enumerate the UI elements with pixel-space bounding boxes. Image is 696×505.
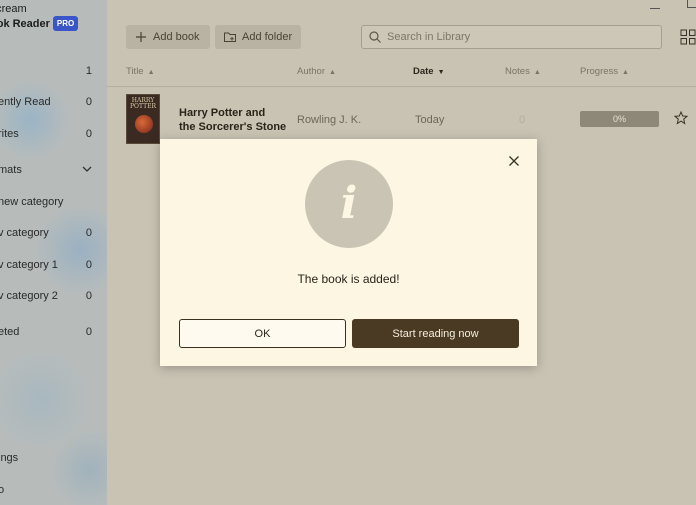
- sidebar-item-label: v category 2: [0, 290, 58, 302]
- progress-bar: 0%: [580, 111, 659, 127]
- column-header-title[interactable]: Title ▲: [126, 66, 155, 77]
- sidebar-item-label: v category: [0, 227, 49, 239]
- sidebar-item-all[interactable]: 1: [0, 62, 100, 82]
- sort-icon: ▲: [329, 69, 336, 76]
- sidebar-item-label: o: [0, 484, 5, 496]
- plus-icon: [136, 32, 146, 42]
- column-header-progress[interactable]: Progress ▲: [580, 66, 629, 77]
- info-icon: i: [305, 160, 393, 248]
- start-reading-button[interactable]: Start reading now: [352, 319, 519, 348]
- app-brand: ecream ook ReaderPRO: [0, 3, 79, 31]
- sidebar-item-category[interactable]: v category 0: [0, 224, 100, 244]
- sidebar-item-count: 0: [85, 128, 92, 140]
- favorite-star-icon[interactable]: [674, 111, 688, 125]
- sidebar-item-settings[interactable]: ings: [0, 449, 100, 469]
- sidebar-item-favorites[interactable]: rites 0: [0, 125, 100, 145]
- add-book-button[interactable]: Add book: [126, 25, 210, 49]
- sidebar-item-label: ently Read: [0, 96, 51, 108]
- sidebar: ecream ook ReaderPRO 1 ently Read 0 rite…: [0, 0, 107, 505]
- grid-view-icon[interactable]: [680, 29, 696, 45]
- book-cover[interactable]: HARRY POTTER: [126, 94, 160, 144]
- book-date: Today: [415, 114, 445, 126]
- progress-text: 0%: [612, 114, 626, 124]
- search-placeholder: Search in Library: [387, 31, 471, 43]
- book-title-line1: Harry Potter and: [179, 107, 266, 119]
- sort-icon: ▲: [622, 69, 629, 76]
- sidebar-item-count: 0: [85, 259, 92, 271]
- sidebar-item-label: ings: [0, 452, 19, 464]
- brand-line2: ook Reader: [0, 18, 50, 30]
- sidebar-item-count: 1: [85, 65, 92, 77]
- cover-art: [135, 115, 153, 133]
- column-title-label: Title: [126, 66, 144, 77]
- sidebar-item-label: rites: [0, 128, 19, 140]
- sidebar-item-label: eted: [0, 326, 20, 338]
- sidebar-item-category-1[interactable]: v category 1 0: [0, 256, 100, 276]
- pro-badge: PRO: [52, 16, 79, 31]
- brand-line1: ecream: [0, 3, 27, 15]
- column-date-label: Date: [413, 66, 434, 77]
- sidebar-item-formats[interactable]: mats: [0, 161, 100, 181]
- sidebar-item-deleted[interactable]: eted 0: [0, 323, 100, 343]
- sidebar-item-count: 0: [85, 326, 92, 338]
- dialog-message: The book is added!: [297, 272, 400, 286]
- book-notes: 0: [519, 114, 526, 126]
- sidebar-item-add-category[interactable]: new category: [0, 193, 100, 213]
- sort-desc-icon: ▼: [437, 69, 445, 76]
- sidebar-item-count: 0: [85, 96, 92, 108]
- add-folder-label: Add folder: [242, 31, 293, 43]
- column-header-author[interactable]: Author ▲: [297, 66, 336, 77]
- book-title: Harry Potter and the Sorcerer's Stone: [179, 106, 289, 134]
- sidebar-item-recently-read[interactable]: ently Read 0: [0, 93, 100, 113]
- sidebar-item-label: v category 1: [0, 259, 58, 271]
- sidebar-item-label: new category: [0, 196, 64, 208]
- sidebar-item-count: 0: [85, 227, 92, 239]
- ok-button[interactable]: OK: [179, 319, 346, 348]
- header-divider: [107, 86, 696, 87]
- sidebar-item-info[interactable]: o: [0, 481, 100, 501]
- search-icon: [369, 31, 381, 43]
- column-header-date[interactable]: Date ▼: [413, 66, 445, 77]
- add-book-label: Add book: [153, 31, 200, 43]
- search-input[interactable]: Search in Library: [361, 25, 662, 49]
- info-glyph: i: [340, 178, 358, 229]
- minimize-icon[interactable]: [650, 8, 660, 9]
- book-author: Rowling J. K.: [297, 114, 362, 126]
- chevron-down-icon[interactable]: [82, 166, 92, 173]
- sidebar-item-label: mats: [0, 164, 22, 176]
- sidebar-item-category-2[interactable]: v category 2 0: [0, 287, 100, 307]
- folder-add-icon: [224, 32, 236, 42]
- column-header-notes[interactable]: Notes ▲: [505, 66, 541, 77]
- cover-title: HARRY POTTER: [130, 97, 156, 110]
- sort-icon: ▲: [147, 69, 155, 76]
- sort-icon: ▲: [533, 69, 541, 76]
- column-progress-label: Progress: [580, 66, 619, 77]
- maximize-icon[interactable]: [687, 0, 696, 8]
- book-title-line2: the Sorcerer's Stone: [179, 121, 287, 133]
- book-added-dialog: i The book is added! OK Start reading no…: [160, 139, 537, 366]
- sidebar-item-count: 0: [85, 290, 92, 302]
- close-icon[interactable]: [507, 154, 521, 168]
- column-notes-label: Notes: [505, 66, 530, 77]
- column-author-label: Author: [297, 66, 325, 77]
- add-folder-button[interactable]: Add folder: [215, 25, 301, 49]
